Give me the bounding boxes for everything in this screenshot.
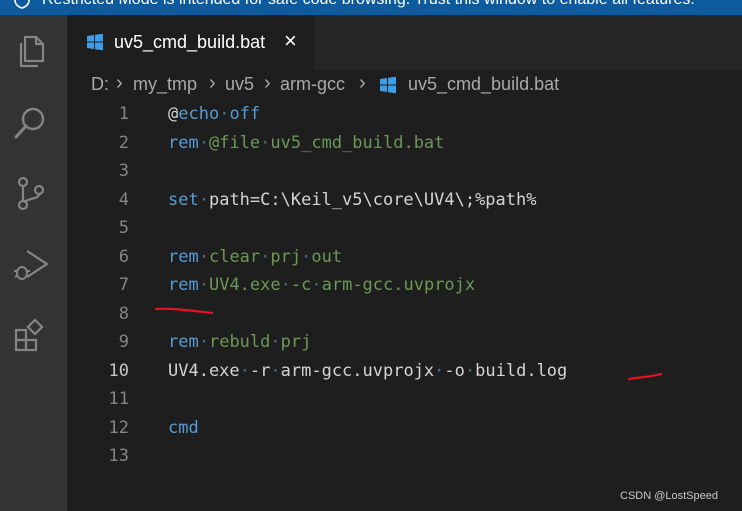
- breadcrumb-item-arm-gcc[interactable]: arm-gcc: [280, 74, 345, 95]
- breadcrumb-item-file[interactable]: uv5_cmd_build.bat: [408, 74, 559, 95]
- code-line-9: rem·rebuld·prj: [168, 332, 312, 352]
- line-number: 5: [118, 218, 129, 238]
- code-line-2: rem·@file·uv5_cmd_build.bat: [168, 133, 445, 153]
- tab-uv5-cmd-build-bat[interactable]: uv5_cmd_build.bat ×: [67, 15, 314, 70]
- line-number: 13: [108, 446, 129, 466]
- restricted-mode-banner[interactable]: Restricted Mode is intended for safe cod…: [0, 0, 742, 15]
- red-annotation-underline: [154, 307, 214, 315]
- line-number: 4: [118, 190, 129, 210]
- breadcrumb-separator: ›: [359, 72, 366, 94]
- breadcrumb-separator: ›: [264, 72, 271, 94]
- code-line-4: set·path=C:\Keil_v5\core\UV4\;%path%: [168, 190, 537, 210]
- code-line-10: UV4.exe·-r·arm-gcc.uvprojx·-o·build.log: [168, 361, 568, 381]
- shield-icon: [14, 0, 30, 9]
- windows-batch-file-icon: [380, 76, 396, 94]
- code-line-6: rem·clear·prj·out: [168, 247, 343, 267]
- line-number: 11: [108, 389, 129, 409]
- red-annotation-mark: [627, 372, 663, 381]
- tab-label: uv5_cmd_build.bat: [114, 32, 266, 52]
- code-line-7: rem·UV4.exe·-c·arm-gcc.uvprojx: [168, 275, 476, 295]
- line-number: 7: [118, 275, 129, 295]
- line-number: 6: [118, 247, 129, 267]
- line-number: 9: [118, 332, 129, 352]
- line-number: 2: [118, 133, 129, 153]
- code-line-1: @echo·off: [168, 104, 261, 124]
- breadcrumb-separator: ›: [209, 72, 216, 94]
- code-line-12: cmd: [168, 418, 199, 438]
- search-icon[interactable]: [11, 102, 51, 142]
- extensions-icon[interactable]: [11, 317, 51, 357]
- line-number: 1: [118, 104, 129, 124]
- breadcrumb-separator: ›: [116, 72, 123, 94]
- breadcrumb: D: › my_tmp › uv5 › arm-gcc › uv5_cmd_bu…: [67, 70, 742, 100]
- code-editor[interactable]: 1 2 3 4 5 6 7 8 9 10 11 12 13 @echo·off …: [67, 100, 742, 511]
- run-debug-icon[interactable]: [11, 245, 51, 285]
- close-icon[interactable]: ×: [284, 29, 297, 53]
- line-number: 8: [118, 304, 129, 324]
- breadcrumb-item-uv5[interactable]: uv5: [225, 74, 254, 95]
- line-number-active: 10: [108, 361, 129, 381]
- line-number: 3: [118, 161, 129, 181]
- breadcrumb-item-drive[interactable]: D:: [91, 74, 109, 95]
- activity-bar: [0, 15, 67, 511]
- source-control-icon[interactable]: [11, 173, 51, 213]
- watermark: CSDN @LostSpeed: [620, 490, 718, 502]
- windows-batch-file-icon: [87, 33, 103, 51]
- breadcrumb-item-my-tmp[interactable]: my_tmp: [133, 74, 197, 95]
- files-icon[interactable]: [11, 31, 51, 71]
- line-number: 12: [108, 418, 129, 438]
- editor-tabs-bar: uv5_cmd_build.bat ×: [67, 15, 742, 70]
- banner-text: Restricted Mode is intended for safe cod…: [42, 0, 695, 10]
